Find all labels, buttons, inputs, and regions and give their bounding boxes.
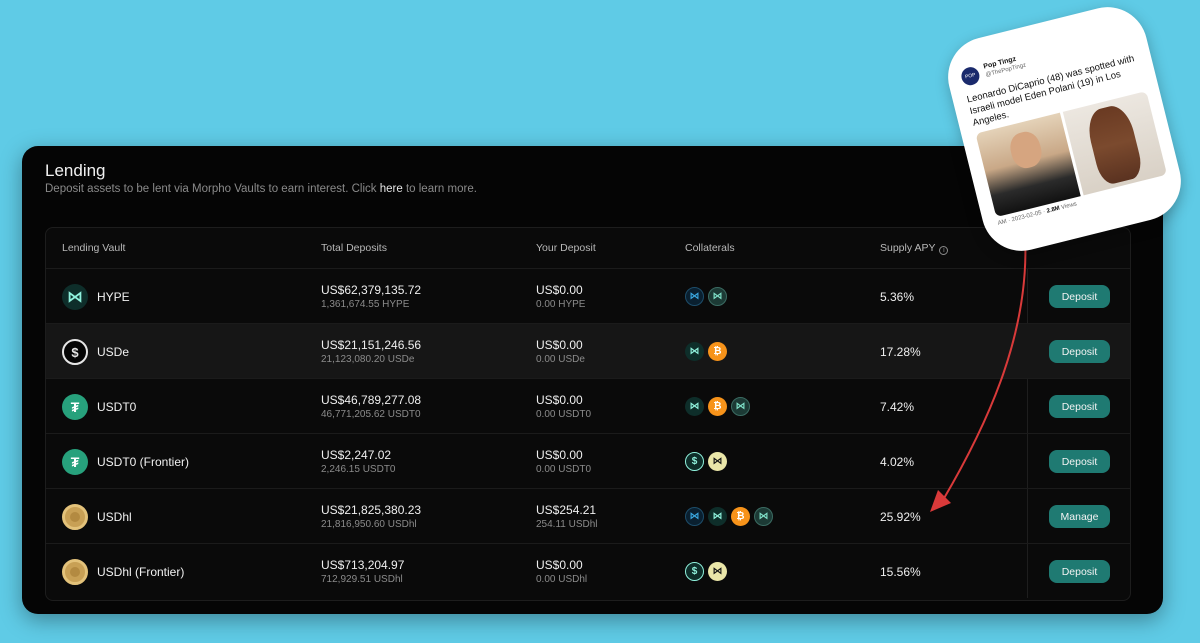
your-deposit-usd: US$0.00 bbox=[536, 448, 583, 462]
supply-apy: 5.36% bbox=[880, 290, 915, 304]
total-deposits-token: 21,123,080.20 USDe bbox=[321, 354, 415, 365]
tweet-photo-man bbox=[975, 112, 1081, 218]
divider bbox=[1027, 489, 1028, 543]
your-deposit-usd: US$0.00 bbox=[536, 283, 583, 297]
page-subtitle: Deposit assets to be lent via Morpho Vau… bbox=[45, 183, 477, 195]
your-deposit-usd: US$254.21 bbox=[536, 503, 597, 517]
usdhl-icon bbox=[62, 559, 88, 585]
your-deposit-usd: US$0.00 bbox=[536, 558, 583, 572]
column-header-total-deposits[interactable]: Total Deposits bbox=[321, 242, 387, 254]
page-title: Lending bbox=[45, 161, 106, 180]
your-deposit-token: 0.00 HYPE bbox=[536, 299, 586, 310]
divider bbox=[1027, 544, 1028, 598]
tweet-photo-woman bbox=[1062, 91, 1168, 196]
table-row[interactable]: USDhl US$21,825,380.23 21,816,950.60 USD… bbox=[46, 488, 1130, 543]
btc-icon: ₿ bbox=[731, 507, 750, 526]
deposit-button[interactable]: Deposit bbox=[1049, 450, 1110, 473]
usde-icon: $ bbox=[62, 339, 88, 365]
vault-name: USDe bbox=[97, 345, 130, 359]
deposit-button[interactable]: Deposit bbox=[1049, 340, 1110, 363]
table-row[interactable]: $ USDe US$21,151,246.56 21,123,080.20 US… bbox=[46, 323, 1130, 378]
table-row[interactable]: ⋈ HYPE US$62,379,135.72 1,361,674.55 HYP… bbox=[46, 268, 1130, 323]
dollar-icon: $ bbox=[685, 562, 704, 581]
learn-more-link[interactable]: here bbox=[380, 183, 403, 195]
btc-icon: ₿ bbox=[708, 342, 727, 361]
collateral-icons: ⋈ ₿ ⋈ bbox=[685, 397, 750, 416]
column-header-supply-apy[interactable]: Supply APY i bbox=[880, 242, 949, 255]
supply-apy: 7.42% bbox=[880, 400, 915, 414]
your-deposit-usd: US$0.00 bbox=[536, 393, 583, 407]
your-deposit-usd: US$0.00 bbox=[536, 338, 583, 352]
subtitle-text: Deposit assets to be lent via Morpho Vau… bbox=[45, 183, 380, 195]
hype-icon: ⋈ bbox=[685, 397, 704, 416]
avatar: POP bbox=[959, 65, 982, 88]
divider bbox=[1027, 434, 1028, 488]
column-header-collaterals[interactable]: Collaterals bbox=[685, 242, 735, 254]
collateral-icons: $ ⋈ bbox=[685, 562, 727, 581]
column-header-vault[interactable]: Lending Vault bbox=[62, 242, 125, 254]
usdt0-icon: ₮ bbox=[62, 449, 88, 475]
manage-button[interactable]: Manage bbox=[1049, 505, 1110, 528]
vault-name: USDT0 bbox=[97, 400, 137, 414]
deposit-button[interactable]: Deposit bbox=[1049, 395, 1110, 418]
total-deposits-token: 21,816,950.60 USDhl bbox=[321, 519, 417, 530]
whype-icon: ⋈ bbox=[754, 507, 773, 526]
tweet-views-label: Views bbox=[1059, 201, 1078, 212]
divider bbox=[1027, 379, 1028, 433]
total-deposits-token: 2,246.15 USDT0 bbox=[321, 464, 396, 475]
total-deposits-usd: US$62,379,135.72 bbox=[321, 283, 422, 297]
supply-apy: 4.02% bbox=[880, 455, 915, 469]
total-deposits-token: 712,929.51 USDhl bbox=[321, 574, 403, 585]
subtitle-text-end: to learn more. bbox=[402, 183, 477, 195]
vault-name: USDhl bbox=[97, 510, 132, 524]
hy-icon: ⋈ bbox=[708, 562, 727, 581]
collateral-icons: ⋈ ⋈ bbox=[685, 287, 727, 306]
tweet-views: 2.8M bbox=[1046, 205, 1061, 215]
total-deposits-usd: US$2,247.02 bbox=[321, 448, 392, 462]
supply-apy-label: Supply APY bbox=[880, 242, 936, 254]
deposit-button[interactable]: Deposit bbox=[1049, 285, 1110, 308]
your-deposit-token: 0.00 USDT0 bbox=[536, 409, 592, 420]
your-deposit-token: 0.00 USDhl bbox=[536, 574, 588, 585]
total-deposits-usd: US$46,789,277.08 bbox=[321, 393, 422, 407]
total-deposits-usd: US$21,825,380.23 bbox=[321, 503, 422, 517]
supply-apy: 15.56% bbox=[880, 565, 921, 579]
hy-icon: ⋈ bbox=[708, 452, 727, 471]
dollar-icon: $ bbox=[685, 452, 704, 471]
vault-name: USDT0 (Frontier) bbox=[97, 455, 190, 469]
usdhl-icon bbox=[62, 504, 88, 530]
your-deposit-token: 0.00 USDe bbox=[536, 354, 585, 365]
supply-apy: 25.92% bbox=[880, 510, 921, 524]
whype-icon: ⋈ bbox=[708, 287, 727, 306]
table-row[interactable]: ₮ USDT0 (Frontier) US$2,247.02 2,246.15 … bbox=[46, 433, 1130, 488]
table-row[interactable]: ₮ USDT0 US$46,789,277.08 46,771,205.62 U… bbox=[46, 378, 1130, 433]
your-deposit-token: 254.11 USDhl bbox=[536, 519, 598, 530]
hype-icon: ⋈ bbox=[685, 342, 704, 361]
collateral-icons: ⋈ ⋈ ₿ ⋈ bbox=[685, 507, 773, 526]
khype-icon: ⋈ bbox=[685, 507, 704, 526]
lending-table: Lending Vault Total Deposits Your Deposi… bbox=[45, 227, 1131, 601]
total-deposits-usd: US$713,204.97 bbox=[321, 558, 405, 572]
collateral-icons: $ ⋈ bbox=[685, 452, 727, 471]
deposit-button[interactable]: Deposit bbox=[1049, 560, 1110, 583]
total-deposits-token: 1,361,674.55 HYPE bbox=[321, 299, 410, 310]
usdt0-icon: ₮ bbox=[62, 394, 88, 420]
whype-icon: ⋈ bbox=[731, 397, 750, 416]
supply-apy: 17.28% bbox=[880, 345, 921, 359]
vault-name: HYPE bbox=[97, 290, 130, 304]
total-deposits-token: 46,771,205.62 USDT0 bbox=[321, 409, 421, 420]
total-deposits-usd: US$21,151,246.56 bbox=[321, 338, 422, 352]
column-header-your-deposit[interactable]: Your Deposit bbox=[536, 242, 596, 254]
khype-icon: ⋈ bbox=[685, 287, 704, 306]
table-row[interactable]: USDhl (Frontier) US$713,204.97 712,929.5… bbox=[46, 543, 1130, 598]
hype-icon: ⋈ bbox=[708, 507, 727, 526]
collateral-icons: ⋈ ₿ bbox=[685, 342, 727, 361]
vault-name: USDhl (Frontier) bbox=[97, 565, 185, 579]
divider bbox=[1027, 269, 1028, 323]
info-icon[interactable]: i bbox=[939, 246, 949, 255]
hype-icon: ⋈ bbox=[62, 284, 88, 310]
table-header: Lending Vault Total Deposits Your Deposi… bbox=[46, 228, 1130, 268]
your-deposit-token: 0.00 USDT0 bbox=[536, 464, 592, 475]
btc-icon: ₿ bbox=[708, 397, 727, 416]
